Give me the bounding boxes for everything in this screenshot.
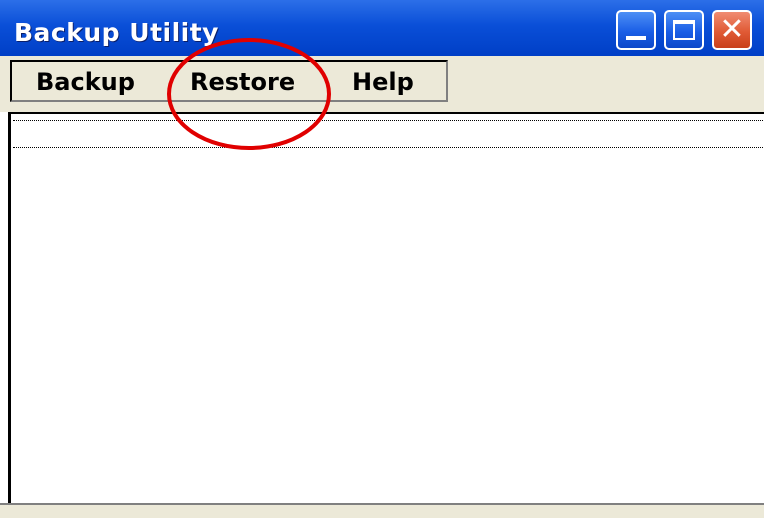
menu-item-help[interactable]: Help [352,68,414,96]
minimize-button[interactable] [616,10,656,50]
menu-item-restore[interactable]: Restore [190,68,295,96]
backup-utility-window: Backup Utility ✕ Backup Restore Help [0,0,764,518]
menu-item-backup[interactable]: Backup [36,68,135,96]
maximize-button[interactable] [664,10,704,50]
window-title: Backup Utility [14,18,219,47]
maximize-icon [673,20,695,40]
content-area [8,112,764,503]
list-row[interactable] [13,120,763,148]
close-button[interactable]: ✕ [712,10,752,50]
close-icon: ✕ [719,12,745,47]
minimize-icon [626,36,646,40]
menu-bar: Backup Restore Help [10,60,448,102]
menu-bar-area: Backup Restore Help [0,56,764,112]
title-bar[interactable]: Backup Utility ✕ [0,0,764,56]
status-bar [0,503,764,518]
